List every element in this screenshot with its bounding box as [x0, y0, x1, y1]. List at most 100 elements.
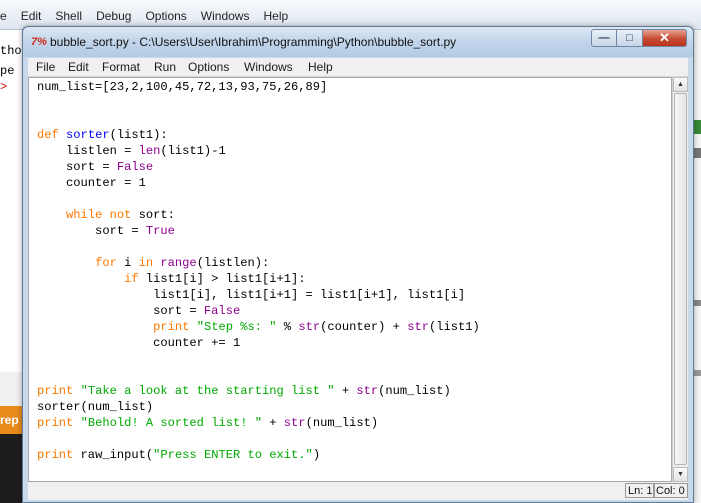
- menu-edit[interactable]: Edit: [68, 60, 89, 74]
- code-token: +: [334, 384, 357, 398]
- minimize-button[interactable]: —: [591, 29, 617, 47]
- code-token-bi: False: [203, 304, 241, 318]
- background-menu-item: Edit: [20, 9, 42, 23]
- code-token: (listlen):: [196, 256, 270, 270]
- background-menu-item: Help: [263, 9, 289, 23]
- code-line[interactable]: sorter(num_list): [37, 399, 153, 415]
- code-token: +: [262, 416, 284, 430]
- vertical-scrollbar[interactable]: ▲ ▼: [672, 77, 688, 482]
- code-line[interactable]: counter = 1: [37, 175, 146, 191]
- background-terminal: [0, 434, 22, 503]
- code-token-st: "Behold! A sorted list! ": [80, 416, 262, 430]
- code-token-kw: while: [66, 208, 103, 222]
- idle-editor-window: 7% bubble_sort.py - C:\Users\User\Ibrahi…: [22, 26, 694, 503]
- code-token-bi: str: [356, 384, 379, 398]
- code-token: num_list=[23,2,100,45,72,13,93,75,26,89]: [37, 80, 328, 94]
- code-token-bi: len: [138, 144, 161, 158]
- code-token-bi: True: [145, 224, 175, 238]
- code-line[interactable]: num_list=[23,2,100,45,72,13,93,75,26,89]: [37, 79, 327, 95]
- code-line[interactable]: def sorter(list1):: [37, 127, 168, 143]
- scroll-down-arrow-icon[interactable]: ▼: [673, 467, 688, 482]
- code-line[interactable]: listlen = len(list1)-1: [37, 143, 226, 159]
- code-token-st: "Take a look at the starting list ": [80, 384, 335, 398]
- background-prompt-fragment: >: [0, 80, 8, 94]
- code-token: sort:: [131, 208, 175, 222]
- background-panel: [0, 372, 22, 406]
- code-token-bi: str: [298, 320, 321, 334]
- code-token: counter += 1: [37, 336, 241, 350]
- background-ui-fragment: [693, 148, 701, 158]
- code-line[interactable]: sort = True: [37, 223, 175, 239]
- background-menu-item: e: [0, 9, 7, 23]
- code-line[interactable]: if list1[i] > list1[i+1]:: [37, 271, 306, 287]
- code-line[interactable]: print "Behold! A sorted list! " + str(nu…: [37, 415, 378, 431]
- code-token: sort =: [37, 160, 117, 174]
- code-editor[interactable]: num_list=[23,2,100,45,72,13,93,75,26,89]…: [28, 77, 672, 482]
- code-token-bi: range: [160, 256, 197, 270]
- code-token-bi: str: [407, 320, 429, 334]
- code-token: i: [116, 256, 139, 270]
- status-column: Col: 0: [653, 483, 688, 498]
- idle-app-icon: 7%: [31, 36, 47, 48]
- code-token-kw: in: [138, 256, 154, 270]
- code-line[interactable]: sort = False: [37, 303, 240, 319]
- scrollbar-thumb[interactable]: [674, 93, 687, 465]
- menu-format[interactable]: Format: [102, 60, 140, 74]
- code-token-st: "Step %s: ": [196, 320, 277, 334]
- background-menu: e Edit Shell Debug Options Windows Help: [0, 9, 288, 23]
- code-line[interactable]: print "Take a look at the starting list …: [37, 383, 451, 399]
- code-token: (list1)-1: [160, 144, 226, 158]
- scroll-up-arrow-icon[interactable]: ▲: [673, 77, 688, 92]
- code-token: list1[i], list1[i+1] = list1[i+1], list1…: [37, 288, 466, 302]
- code-token: counter = 1: [37, 176, 146, 190]
- background-menu-item: Debug: [96, 9, 132, 23]
- code-line[interactable]: sort = False: [37, 159, 153, 175]
- background-text-fragment: pe: [0, 64, 15, 78]
- code-token: (counter) +: [320, 320, 408, 334]
- code-line[interactable]: list1[i], list1[i+1] = list1[i+1], list1…: [37, 287, 465, 303]
- code-token-kw: print: [37, 384, 74, 398]
- background-ui-fragment: [693, 300, 701, 306]
- code-token-kw: def: [37, 128, 59, 142]
- code-line[interactable]: counter += 1: [37, 335, 240, 351]
- code-token-kw: print: [37, 416, 74, 430]
- close-button[interactable]: ✕: [643, 29, 687, 47]
- title-bar[interactable]: 7% bubble_sort.py - C:\Users\User\Ibrahi…: [23, 27, 693, 57]
- code-token: (list1): [428, 320, 480, 334]
- code-line[interactable]: while not sort:: [37, 207, 175, 223]
- code-line[interactable]: for i in range(listlen):: [37, 255, 269, 271]
- code-token: %: [276, 320, 299, 334]
- code-token: sort =: [37, 224, 146, 238]
- code-token: list1[i] > list1[i+1]:: [138, 272, 306, 286]
- code-token-bi: False: [116, 160, 154, 174]
- code-line[interactable]: print raw_input("Press ENTER to exit."): [37, 447, 320, 463]
- maximize-button[interactable]: □: [617, 29, 643, 47]
- background-menu-item: Windows: [200, 9, 250, 23]
- background-text-fragment: tho: [0, 44, 22, 58]
- menu-help[interactable]: Help: [308, 60, 333, 74]
- code-token: (list1):: [109, 128, 168, 142]
- code-token: ): [312, 448, 321, 462]
- menu-windows[interactable]: Windows: [244, 60, 293, 74]
- code-token: sort =: [37, 304, 204, 318]
- background-tab-fragment[interactable]: rep: [0, 406, 22, 434]
- menu-run[interactable]: Run: [154, 60, 176, 74]
- background-menu-item: Shell: [55, 9, 83, 23]
- code-token: (num_list): [378, 384, 451, 398]
- menu-options[interactable]: Options: [188, 60, 229, 74]
- background-menu-item: Options: [145, 9, 187, 23]
- code-token-kw: not: [109, 208, 132, 222]
- code-line[interactable]: print "Step %s: " % str(counter) + str(l…: [37, 319, 480, 335]
- code-token-kw: for: [95, 256, 117, 270]
- code-token-df: sorter: [66, 128, 110, 142]
- code-token-kw: if: [124, 272, 139, 286]
- status-line: Ln: 1: [625, 483, 656, 498]
- menu-file[interactable]: File: [36, 60, 55, 74]
